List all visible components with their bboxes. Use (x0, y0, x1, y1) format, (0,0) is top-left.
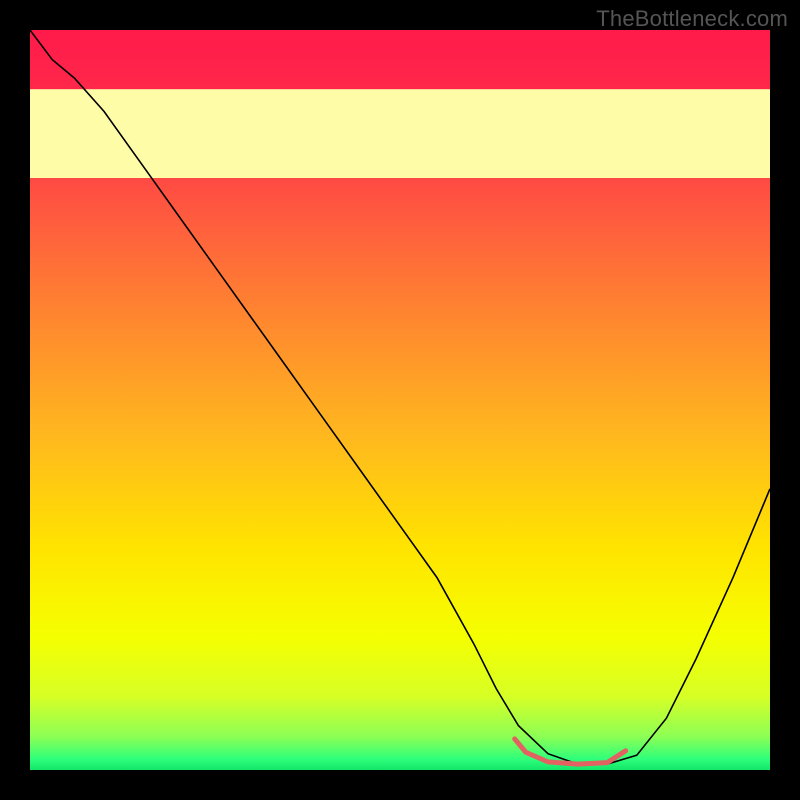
chart-root: TheBottleneck.com (0, 0, 800, 800)
chart-svg (30, 30, 770, 770)
watermark-text: TheBottleneck.com (596, 6, 788, 32)
yellow-band (30, 89, 770, 178)
plot-area (30, 30, 770, 770)
